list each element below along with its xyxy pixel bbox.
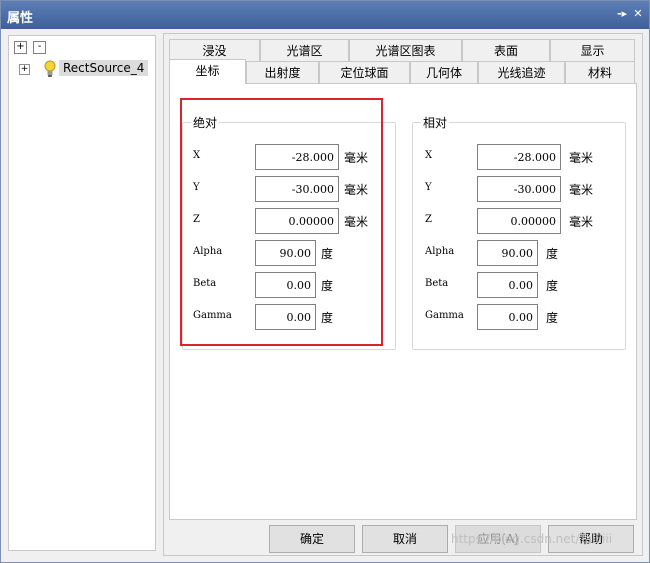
relative-row-z: Z 毫米 [425, 208, 620, 234]
relative-beta-label: Beta [425, 278, 449, 289]
tab-geometry[interactable]: 几何体 [410, 61, 478, 83]
relative-gamma-label: Gamma [425, 310, 464, 321]
tab-material[interactable]: 材料 [565, 61, 635, 83]
absolute-highlight-box [180, 98, 383, 346]
cancel-button[interactable]: 取消 [362, 525, 448, 553]
tab-coordinates[interactable]: 坐标 [169, 59, 246, 84]
relative-y-unit: 毫米 [569, 183, 594, 197]
properties-window: 属性 ‑▸ ✕ + - + RectSource_4 浸没 光谱区 光谱区图表 … [0, 0, 650, 563]
tab-spectral-region[interactable]: 光谱区 [260, 39, 349, 61]
relative-x-unit: 毫米 [569, 151, 594, 165]
tab-emittance[interactable]: 出射度 [246, 61, 319, 83]
tab-ray-trace[interactable]: 光线追迹 [478, 61, 565, 83]
relative-group: 相对 X 毫米 Y 毫米 Z 毫米 Alpha [412, 114, 626, 350]
tab-content-coordinates: 绝对 X 毫米 Y 毫米 Z 毫米 Alpha [169, 83, 637, 520]
relative-row-alpha: Alpha 度 [425, 240, 620, 266]
relative-gamma-input[interactable] [477, 304, 538, 330]
relative-alpha-unit: 度 [546, 247, 559, 261]
close-icon[interactable]: ✕ [631, 7, 645, 21]
tab-immersion[interactable]: 浸没 [169, 39, 260, 61]
relative-x-input[interactable] [477, 144, 561, 170]
tab-spectral-chart[interactable]: 光谱区图表 [349, 39, 462, 61]
collapse-all-button[interactable]: - [33, 41, 46, 54]
relative-row-y: Y 毫米 [425, 176, 620, 202]
relative-row-x: X 毫米 [425, 144, 620, 170]
window-title: 属性 [7, 11, 34, 26]
tree-node-label[interactable]: RectSource_4 [59, 60, 149, 76]
title-bar[interactable]: 属性 ‑▸ ✕ [1, 1, 649, 29]
watermark-text: https://blog.csdn.net/Taiiiiii [451, 532, 613, 546]
relative-beta-input[interactable] [477, 272, 538, 298]
relative-row-gamma: Gamma 度 [425, 304, 620, 330]
relative-z-label: Z [425, 214, 432, 225]
light-bulb-icon [44, 60, 56, 77]
relative-z-input[interactable] [477, 208, 561, 234]
tab-surface[interactable]: 表面 [462, 39, 550, 61]
relative-alpha-label: Alpha [425, 246, 455, 257]
relative-z-unit: 毫米 [569, 215, 594, 229]
property-panel: 浸没 光谱区 光谱区图表 表面 显示 坐标 出射度 定位球面 几何体 光线追迹 … [163, 33, 643, 556]
tab-aim-sphere[interactable]: 定位球面 [319, 61, 410, 83]
relative-row-beta: Beta 度 [425, 272, 620, 298]
relative-x-label: X [425, 150, 433, 161]
tree-expander-icon[interactable]: + [19, 64, 30, 75]
relative-beta-unit: 度 [546, 279, 559, 293]
relative-group-title: 相对 [421, 114, 450, 131]
tab-display[interactable]: 显示 [550, 39, 635, 61]
object-tree[interactable]: + - + RectSource_4 [8, 35, 156, 551]
relative-alpha-input[interactable] [477, 240, 538, 266]
expand-all-button[interactable]: + [14, 41, 27, 54]
ok-button[interactable]: 确定 [269, 525, 355, 553]
relative-gamma-unit: 度 [546, 311, 559, 325]
relative-y-label: Y [425, 182, 432, 193]
relative-y-input[interactable] [477, 176, 561, 202]
pin-icon[interactable]: ‑▸ [615, 7, 629, 21]
